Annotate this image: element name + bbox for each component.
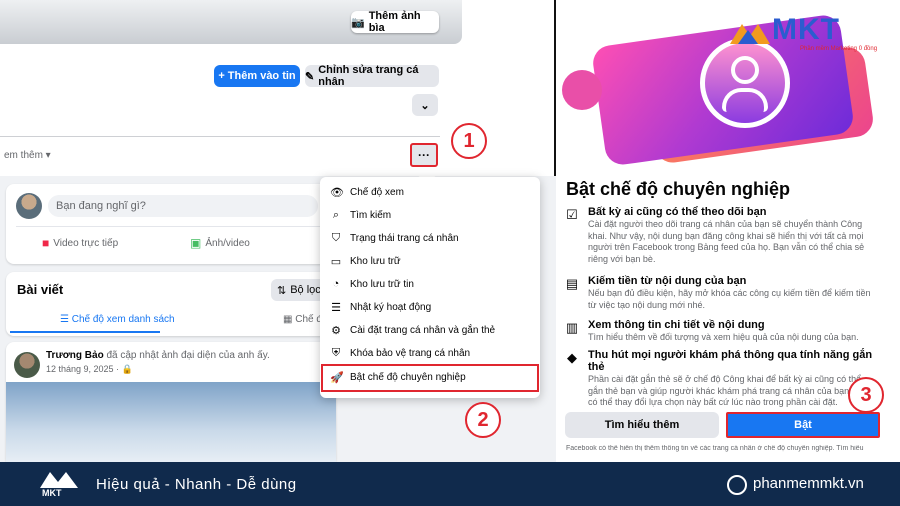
- money-icon: ▤: [565, 276, 579, 291]
- list-icon: ☰: [60, 314, 72, 325]
- story-archive-icon: ◔: [332, 278, 340, 290]
- add-to-story-button[interactable]: + Thêm vào tin: [214, 65, 300, 87]
- activity-log-icon: ☰: [331, 301, 341, 314]
- active-tab-indicator: [10, 331, 160, 333]
- camera-icon: 📷: [351, 16, 365, 29]
- shield-icon: ⛉: [331, 231, 341, 244]
- post-date[interactable]: 12 tháng 9, 2025 · 🔒: [46, 364, 133, 375]
- archive-icon: ▭: [330, 255, 342, 268]
- composer-input[interactable]: Bạn đang nghĩ gì?: [48, 195, 318, 217]
- person-head-icon: [731, 56, 759, 84]
- chevron-down-icon[interactable]: ⌄: [412, 94, 438, 116]
- more-options-button[interactable]: ···: [410, 143, 438, 167]
- menu-item-story-archive[interactable]: ◔ Kho lưu trữ tin: [330, 274, 414, 294]
- feature-item: Thu hút mọi người khám phá thông qua tín…: [588, 349, 873, 407]
- feature-item: Xem thông tin chi tiết về nội dung Tìm h…: [588, 319, 859, 342]
- menu-item-profile-status[interactable]: ⛉ Trạng thái trang cá nhân: [330, 228, 459, 248]
- globe-icon: [727, 475, 747, 495]
- rocket-icon: 🚀: [330, 371, 344, 384]
- feature-item: Bất kỳ ai cũng có thể theo dõi bạn Cài đ…: [588, 206, 865, 264]
- filter-icon: ⇅: [277, 284, 287, 297]
- brand-slogan: Phần mềm Marketing 0 đồng: [800, 46, 878, 52]
- step-badge-3: 3: [848, 377, 884, 413]
- mkt-logo-icon: [730, 24, 770, 44]
- photo-video-button[interactable]: ▣ Ảnh/video: [190, 236, 250, 250]
- see-more-link[interactable]: em thêm ▾: [4, 150, 51, 161]
- dialog-title: Bật chế độ chuyên nghiệp: [566, 179, 791, 199]
- grid-icon: ▦: [283, 314, 296, 325]
- dialog-footnote: Facebook có thể hiển thị thêm thông tin …: [566, 445, 864, 452]
- avatar[interactable]: [14, 352, 40, 378]
- menu-item-profile-tagging-settings[interactable]: ⚙ Cài đặt trang cá nhân và gắn thẻ: [330, 320, 495, 340]
- search-icon: ⌕: [332, 208, 340, 221]
- menu-item-professional-mode[interactable]: 🚀 Bật chế độ chuyên nghiệp: [330, 367, 466, 387]
- feature-item: Kiếm tiền từ nội dung của bạn Nếu bạn đủ…: [588, 275, 871, 310]
- lock-shield-icon: ⛨: [331, 346, 341, 359]
- footer-tagline: Hiệu quả - Nhanh - Dễ dùng: [96, 476, 297, 493]
- step-badge-2: 2: [465, 402, 501, 438]
- bar-chart-icon: ▥: [565, 320, 579, 335]
- website-link[interactable]: phanmemmkt.vn: [753, 475, 864, 492]
- menu-item-archive[interactable]: ▭ Kho lưu trữ: [330, 251, 401, 271]
- person-body-icon: [722, 88, 768, 112]
- edit-profile-button[interactable]: ✎ Chỉnh sửa trang cá nhân: [305, 64, 439, 88]
- step-badge-1: 1: [451, 123, 487, 159]
- checkbox-icon: ☑: [566, 207, 578, 222]
- posts-title: Bài viết: [17, 282, 64, 297]
- menu-item-activity-log[interactable]: ☰ Nhật ký hoạt động: [330, 297, 431, 317]
- photo-icon: ▣: [190, 236, 202, 250]
- banner-illustration: [562, 70, 602, 110]
- tab-list-view[interactable]: ☰ Chế độ xem danh sách: [60, 314, 175, 325]
- menu-item-view-as[interactable]: 👁 Chế độ xem: [330, 182, 404, 202]
- post-header: Trương Bảo đã cập nhật ảnh đại diện của …: [46, 350, 270, 361]
- menu-item-lock-profile[interactable]: ⛨ Khóa bảo vệ trang cá nhân: [330, 343, 470, 363]
- footer-logo-text: MKT: [42, 488, 62, 498]
- divider: [0, 136, 440, 137]
- divider: [16, 226, 326, 227]
- live-video-button[interactable]: ■ Video trực tiếp: [42, 236, 118, 250]
- pencil-icon: ✎: [305, 70, 315, 83]
- avatar[interactable]: [16, 193, 42, 219]
- eye-icon: 👁: [330, 186, 344, 199]
- turn-on-button[interactable]: Bật: [726, 412, 880, 438]
- settings-icon: ⚙: [331, 324, 341, 337]
- post-image[interactable]: [6, 382, 336, 462]
- add-cover-photo-button[interactable]: 📷 Thêm ảnh bìa: [351, 10, 439, 34]
- learn-more-button[interactable]: Tìm hiểu thêm: [565, 412, 719, 438]
- menu-item-search[interactable]: ⌕ Tìm kiếm: [330, 205, 391, 225]
- brand-logo: MKT: [772, 13, 840, 46]
- video-camera-icon: ■: [42, 236, 50, 250]
- tag-icon: ◆: [567, 350, 577, 365]
